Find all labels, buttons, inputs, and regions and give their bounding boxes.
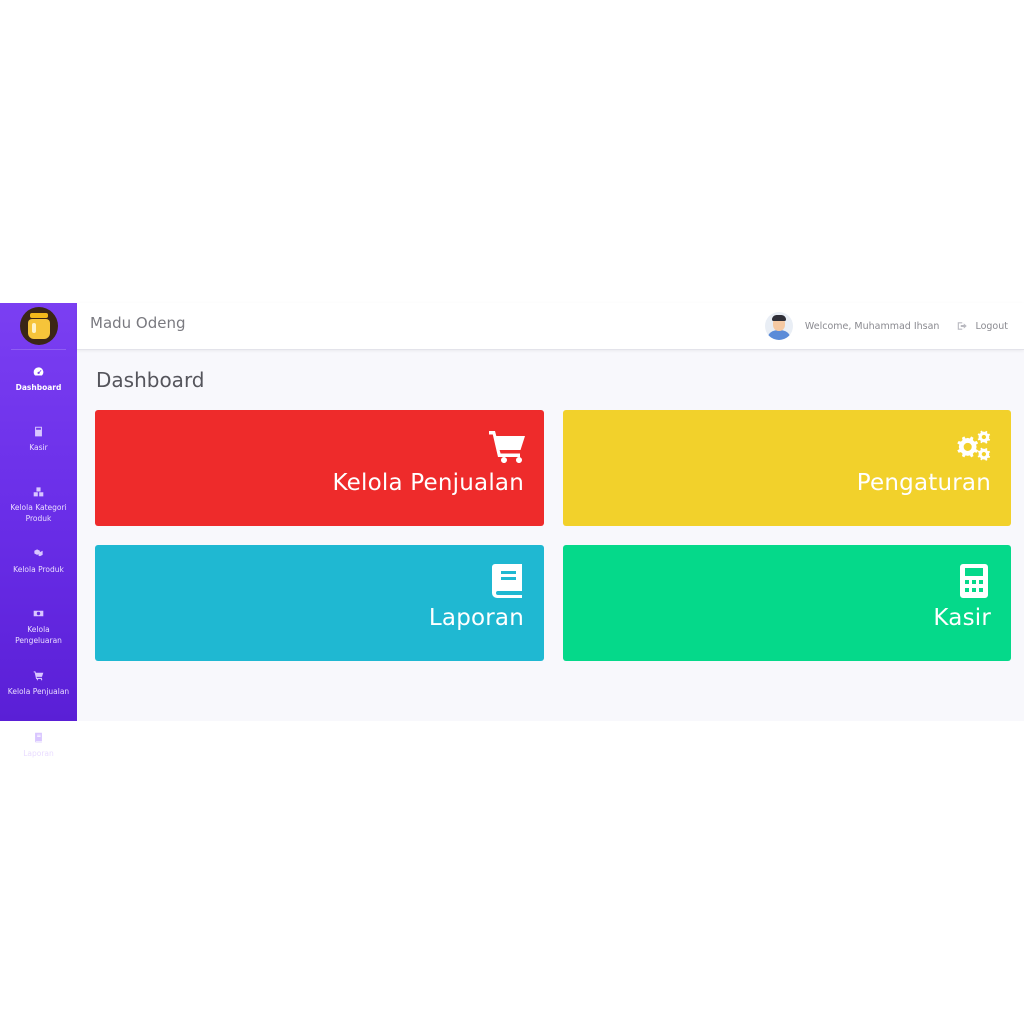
card-kelola-penjualan[interactable]: Kelola Penjualan xyxy=(95,410,544,526)
sidebar-item-label: Dashboard xyxy=(15,383,62,392)
sidebar-item-label: Kelola Produk xyxy=(13,565,64,574)
sidebar-item-label: Laporan xyxy=(23,749,54,758)
card-label: Pengaturan xyxy=(856,470,991,496)
app-shell: Dashboard Kasir Kelola Kategori Produk K… xyxy=(0,303,1024,758)
sidebar-item-kasir[interactable]: Kasir xyxy=(0,422,77,482)
money-icon xyxy=(33,610,44,617)
sidebar-item-kelola-produk[interactable]: Kelola Produk xyxy=(0,544,77,604)
card-label: Kasir xyxy=(933,605,991,631)
welcome-text: Welcome, Muhammad Ihsan xyxy=(804,320,940,332)
sidebar-nav: Dashboard Kasir Kelola Kategori Produk K… xyxy=(0,350,77,788)
sidebar-item-dashboard[interactable]: Dashboard xyxy=(0,362,77,422)
card-pengaturan[interactable]: Pengaturan xyxy=(563,410,1011,526)
topbar: Madu Odeng Welcome, Muhammad Ihsan Logou… xyxy=(77,303,1024,350)
sidebar-item-kelola-kategori-produk[interactable]: Kelola Kategori Produk xyxy=(0,482,77,544)
sidebar-item-label: Kelola Pengeluaran xyxy=(15,625,62,645)
cubes-icon xyxy=(34,549,43,557)
avatar[interactable] xyxy=(764,312,793,340)
sign-out-icon xyxy=(958,322,968,330)
logout-link[interactable]: Logout xyxy=(957,321,1008,332)
card-kasir[interactable]: Kasir xyxy=(563,545,1011,661)
cart-icon xyxy=(489,431,525,464)
sidebar-item-kelola-pengeluaran[interactable]: Kelola Pengeluaran xyxy=(0,604,77,666)
sidebar-item-label: Kasir xyxy=(29,443,48,452)
sidebar: Dashboard Kasir Kelola Kategori Produk K… xyxy=(0,303,77,758)
sidebar-item-kelola-penjualan[interactable]: Kelola Penjualan xyxy=(0,666,77,728)
logo-area[interactable] xyxy=(11,303,66,350)
gears-icon xyxy=(957,430,991,461)
card-laporan[interactable]: Laporan xyxy=(95,545,544,661)
sidebar-item-label: Kelola Kategori Produk xyxy=(10,503,67,523)
card-label: Kelola Penjualan xyxy=(332,470,524,496)
brand-name: Madu Odeng xyxy=(90,314,186,332)
user-area: Welcome, Muhammad Ihsan Logout xyxy=(764,309,1008,343)
sidebar-item-laporan[interactable]: Laporan xyxy=(0,728,77,788)
honey-jar-logo[interactable] xyxy=(19,307,58,345)
card-label: Laporan xyxy=(428,605,524,631)
calculator-icon xyxy=(35,426,42,437)
cart-icon xyxy=(33,671,44,681)
boxes-icon xyxy=(33,487,44,497)
book-icon xyxy=(35,732,42,743)
page-title: Dashboard xyxy=(96,368,205,392)
sidebar-item-label: Kelola Penjualan xyxy=(7,687,70,696)
book-icon xyxy=(492,564,522,598)
tachometer-icon xyxy=(33,367,44,376)
calculator-icon xyxy=(960,564,988,598)
logout-label: Logout xyxy=(975,320,1008,332)
